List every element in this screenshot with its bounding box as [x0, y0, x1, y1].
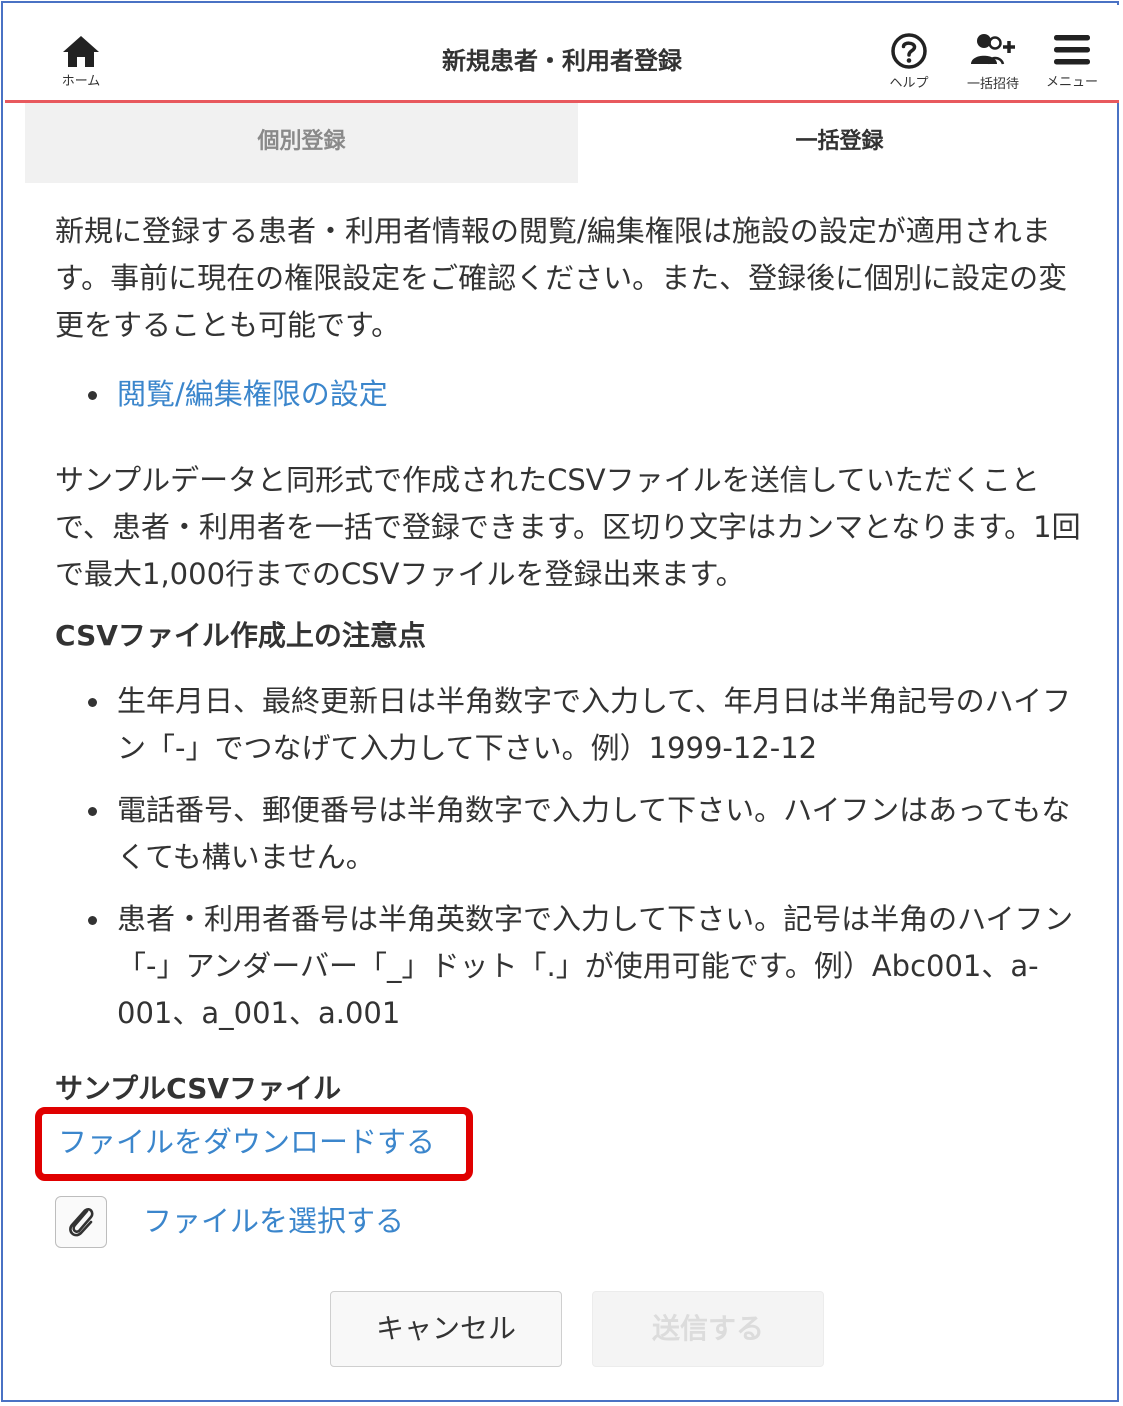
app-header: ホーム 新規患者・利用者登録 ヘルプ 一括招待 メニュー	[5, 5, 1119, 103]
bulk-invite-button[interactable]: 一括招待	[958, 31, 1028, 92]
list-item: 閲覧/編集権限の設定	[55, 371, 1095, 418]
tab-individual-registration[interactable]: 個別登録	[25, 103, 578, 183]
csv-description: サンプルデータと同形式で作成されたCSVファイルを送信していただくことで、患者・…	[55, 463, 1081, 591]
attach-file-button[interactable]	[55, 1196, 107, 1248]
permission-link-list: 閲覧/編集権限の設定	[55, 371, 1095, 418]
cancel-button[interactable]: キャンセル	[330, 1291, 562, 1367]
help-icon	[891, 33, 927, 69]
intro-text: 新規に登録する患者・利用者情報の閲覧/編集権限は施設の設定が適用されます。事前に…	[55, 214, 1068, 342]
permission-settings-link[interactable]: 閲覧/編集権限の設定	[117, 377, 388, 411]
hamburger-menu-icon	[1054, 35, 1090, 65]
sample-csv-heading: サンプルCSVファイル	[55, 1072, 342, 1105]
bulk-registration-content: 新規に登録する患者・利用者情報の閲覧/編集権限は施設の設定が適用されます。事前に…	[55, 208, 1095, 1037]
csv-notes-list: 生年月日、最終更新日は半角数字で入力して、年月日は半角記号のハイフン「-」でつな…	[55, 678, 1095, 1037]
select-file-link[interactable]: ファイルを選択する	[143, 1199, 404, 1243]
paperclip-icon	[69, 1207, 94, 1237]
registration-tabs: 個別登録 一括登録	[25, 103, 1101, 183]
bulk-invite-label: 一括招待	[966, 77, 1019, 92]
app-frame: ホーム 新規患者・利用者登録 ヘルプ 一括招待 メニュー 個別登録 一括登録 新…	[1, 1, 1119, 1402]
csv-notes-heading: CSVファイル作成上の注意点	[55, 619, 426, 652]
help-button[interactable]: ヘルプ	[881, 31, 937, 91]
help-label: ヘルプ	[889, 76, 929, 91]
page-title: 新規患者・利用者登録	[442, 47, 682, 75]
submit-button[interactable]: 送信する	[592, 1291, 824, 1367]
list-item: 患者・利用者番号は半角英数字で入力して下さい。記号は半角のハイフン「-」アンダー…	[55, 896, 1095, 1037]
add-users-icon	[971, 34, 1015, 65]
tab-bulk-registration[interactable]: 一括登録	[578, 103, 1101, 183]
menu-label: メニュー	[1045, 75, 1098, 90]
list-item: 電話番号、郵便番号は半角数字で入力して下さい。ハイフンはあってもなくても構いませ…	[55, 787, 1095, 881]
menu-button[interactable]: メニュー	[1041, 33, 1103, 90]
list-item: 生年月日、最終更新日は半角数字で入力して、年月日は半角記号のハイフン「-」でつな…	[55, 678, 1095, 772]
download-file-link[interactable]: ファイルをダウンロードする	[58, 1120, 435, 1164]
